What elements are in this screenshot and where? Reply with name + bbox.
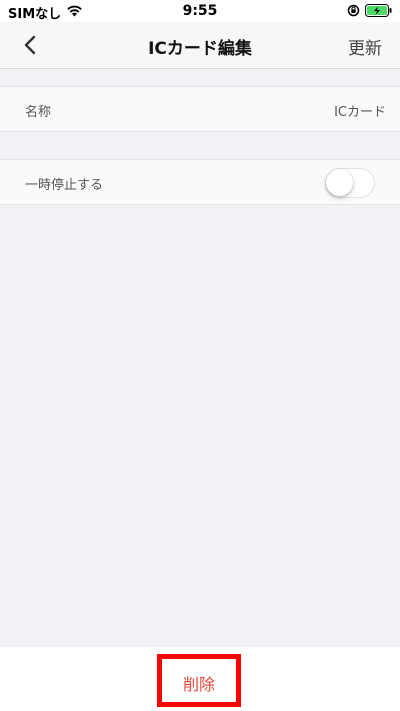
status-time: 9:55 [182, 3, 218, 19]
pause-row: 一時停止する [0, 159, 400, 205]
delete-button[interactable]: 削除 [157, 654, 241, 707]
bottom-bar: 削除 [0, 647, 400, 711]
toggle-knob [326, 169, 353, 196]
pause-label: 一時停止する [25, 178, 104, 193]
update-button[interactable]: 更新 [348, 34, 382, 59]
battery-charging-icon [365, 4, 392, 21]
pause-toggle[interactable] [325, 168, 375, 198]
screen: SIMなし 9:55 ICカード編集 更新 名称 ICカード 一時停止する 削除 [0, 0, 400, 711]
status-bar: SIMなし 9:55 [0, 0, 400, 22]
nav-bar: ICカード編集 更新 [0, 22, 400, 69]
name-row[interactable]: 名称 ICカード [0, 86, 400, 132]
orientation-lock-icon [347, 4, 360, 21]
delete-label: 削除 [182, 675, 215, 694]
page-title: ICカード編集 [148, 39, 252, 59]
name-label: 名称 [25, 105, 52, 120]
status-right [347, 4, 392, 21]
name-value: ICカード [334, 105, 386, 120]
